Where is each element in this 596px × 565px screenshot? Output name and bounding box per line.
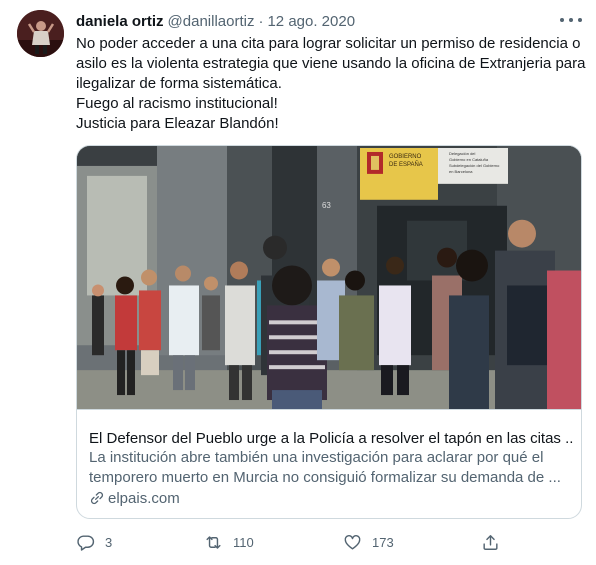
sign-text: Delegación del <box>449 151 476 156</box>
door-number: 63 <box>322 201 331 210</box>
sign-text: GOBIERNO <box>389 154 422 160</box>
card-domain[interactable]: elpais.com <box>89 488 180 508</box>
link-icon <box>90 491 104 505</box>
tweet[interactable]: daniela ortiz @danillaortiz · 12 ago. 20… <box>0 0 596 565</box>
card-domain-label: elpais.com <box>108 489 180 507</box>
like-count: 173 <box>372 534 394 550</box>
author-name[interactable]: daniela ortiz <box>76 13 164 30</box>
more-options-icon[interactable] <box>560 12 582 28</box>
sign-text: Subdelegación del Gobierno <box>449 163 500 168</box>
retweet-button[interactable]: 110 <box>204 528 254 556</box>
retweet-count: 110 <box>233 534 254 550</box>
card-image[interactable]: GOBIERNO DE ESPAÑA Delegación del Gobier… <box>77 146 581 410</box>
share-icon <box>483 534 498 550</box>
tweet-header: daniela ortiz @danillaortiz · 12 ago. 20… <box>76 11 355 31</box>
tweet-text-line: asilo es la violenta estrategia que vien… <box>76 55 586 72</box>
tweet-text-line: ilegalizar de forma sistemática. <box>76 75 282 92</box>
tweet-text-line: Justicia para Eleazar Blandón! <box>76 115 279 132</box>
card-description-line: La institución abre también una investig… <box>89 449 544 466</box>
card-title[interactable]: El Defensor del Pueblo urge a la Policía… <box>89 429 574 449</box>
like-button[interactable]: 173 <box>343 528 394 556</box>
tweet-text: No poder acceder a una cita para lograr … <box>76 34 586 134</box>
retweet-icon <box>206 535 221 549</box>
avatar[interactable] <box>17 10 64 57</box>
sign-text: Gobierno en Cataluña <box>449 157 489 162</box>
sign-text: en Barcelona <box>449 169 473 174</box>
reply-count: 3 <box>105 534 113 550</box>
link-preview-card[interactable]: GOBIERNO DE ESPAÑA Delegación del Gobier… <box>76 145 582 519</box>
tweet-text-line: Fuego al racismo institucional! <box>76 95 278 112</box>
sign-text: DE ESPAÑA <box>389 161 423 168</box>
card-description-line: temporero muerto en Murcia no consiguió … <box>89 469 561 486</box>
heart-icon <box>344 534 361 550</box>
tweet-text-line: No poder acceder a una cita para lograr … <box>76 35 581 52</box>
tweet-actions: 3 110 173 <box>0 528 596 556</box>
author-handle[interactable]: @danillaortiz <box>168 13 255 30</box>
separator-dot: · <box>258 12 264 30</box>
reply-button[interactable]: 3 <box>76 528 112 556</box>
share-button[interactable] <box>481 528 510 556</box>
reply-icon <box>77 534 95 551</box>
card-description: La institución abre también una investig… <box>89 448 574 488</box>
tweet-date[interactable]: 12 ago. 2020 <box>267 13 355 30</box>
